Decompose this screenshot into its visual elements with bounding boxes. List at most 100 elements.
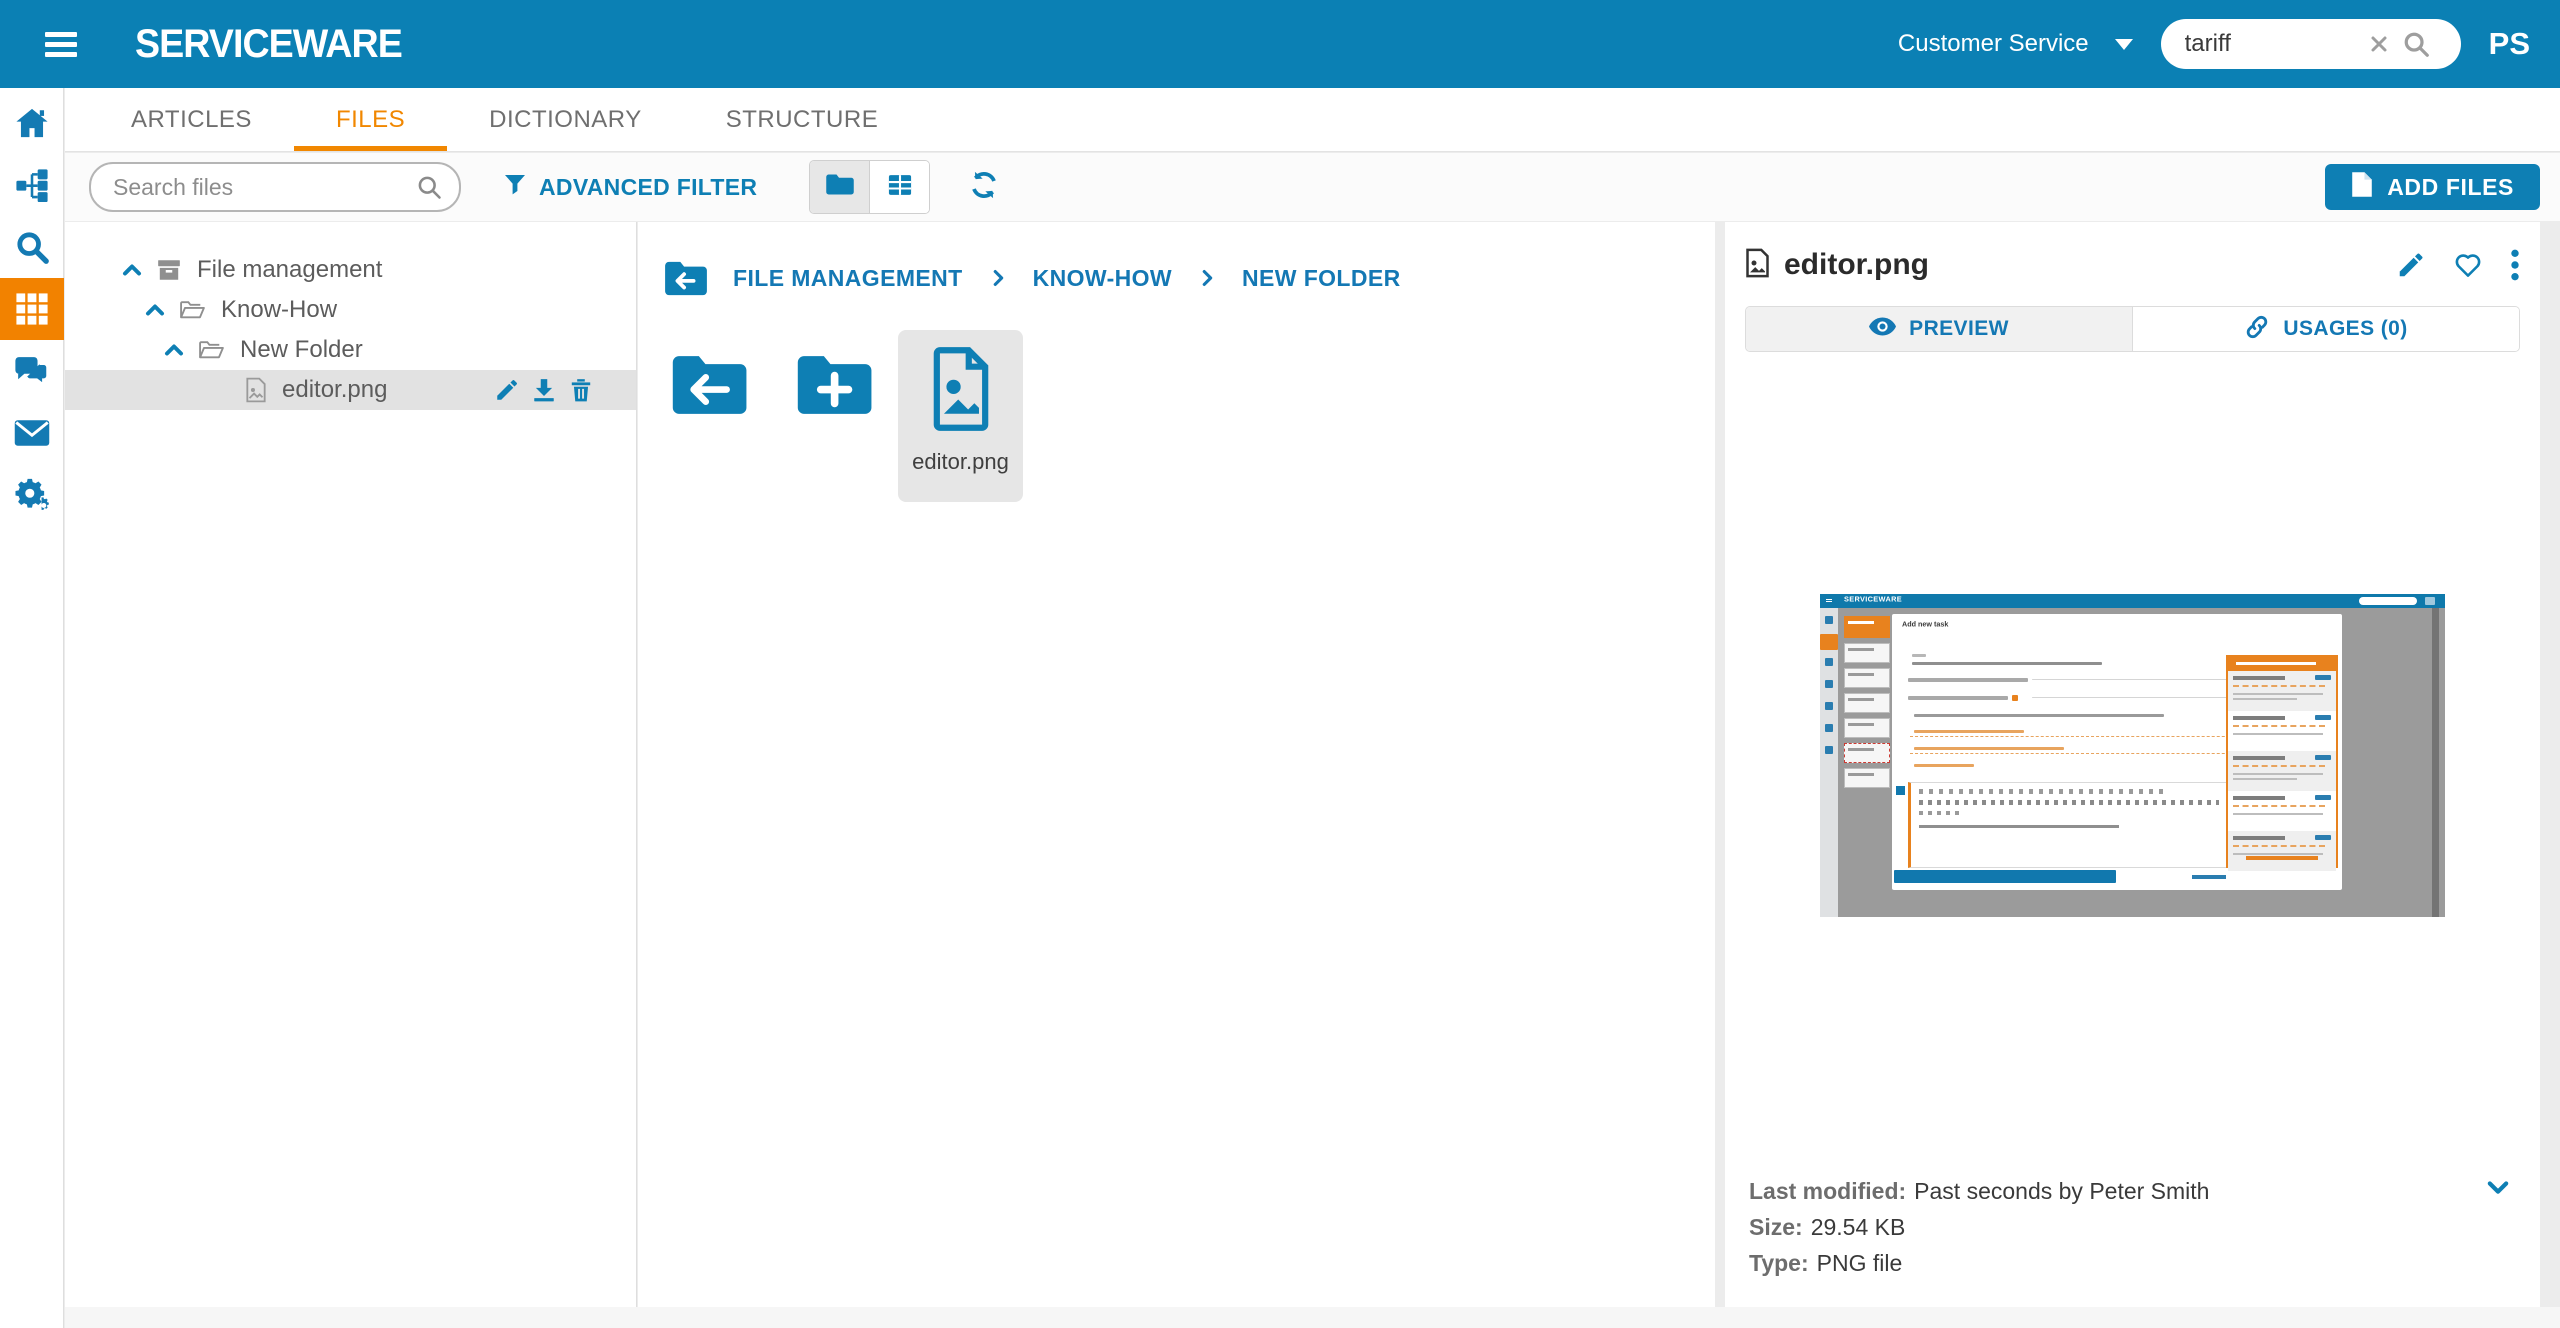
sitemap-icon [15, 168, 49, 202]
hamburger-menu-icon[interactable] [45, 32, 77, 57]
breadcrumb: FILE MANAGEMENT KNOW-HOW NEW FOLDER [663, 258, 1715, 298]
meta-type: Type:PNG file [1749, 1245, 2516, 1281]
link-icon [2244, 314, 2270, 345]
thumbnail-header: SERVICEWARE [1820, 594, 2445, 608]
add-files-button[interactable]: ADD FILES [2325, 164, 2540, 210]
tab-files[interactable]: FILES [294, 88, 447, 151]
sidebar-item-settings[interactable] [0, 464, 64, 526]
files-search[interactable] [89, 162, 461, 212]
table-view-button[interactable] [870, 161, 929, 213]
files-toolbar: ADVANCED FILTER ADD FILES [65, 153, 2560, 221]
settings-gears-icon [13, 477, 51, 513]
sidebar-item-mail[interactable] [0, 402, 64, 464]
sidebar-item-structure[interactable] [0, 154, 64, 216]
chevron-up-icon[interactable] [120, 258, 144, 282]
advanced-filter-button[interactable]: ADVANCED FILTER [503, 172, 757, 202]
download-icon[interactable] [531, 377, 557, 403]
clear-search-icon[interactable] [2367, 32, 2391, 56]
edit-pencil-icon[interactable] [494, 377, 520, 403]
search-icon [15, 230, 49, 264]
chevron-right-icon [1196, 265, 1218, 291]
workspace-selector[interactable]: Customer Service [1898, 30, 2133, 58]
archive-icon [156, 258, 182, 282]
breadcrumb-item-new-folder[interactable]: NEW FOLDER [1242, 265, 1401, 292]
favorite-heart-icon[interactable] [2453, 251, 2483, 279]
file-tiles: editor.png [648, 330, 1715, 502]
file-details-panel: editor.png PREVIEW USAGES (0) [1725, 222, 2540, 1307]
thumbnail-nav-cards [1844, 616, 1890, 793]
user-avatar[interactable]: PS [2489, 26, 2530, 62]
app-logo: SERVICEWARE [135, 22, 402, 67]
breadcrumb-item-know-how[interactable]: KNOW-HOW [1033, 265, 1172, 292]
add-folder-tile[interactable] [773, 330, 898, 502]
workspace-label: Customer Service [1898, 30, 2089, 58]
view-toggle-group [809, 160, 930, 214]
sidebar-item-search[interactable] [0, 216, 64, 278]
thumbnail-suggestions-panel [2226, 655, 2338, 868]
global-search-input[interactable] [2183, 29, 2367, 59]
tab-structure[interactable]: STRUCTURE [684, 88, 921, 151]
image-file-icon [245, 377, 267, 403]
tab-dictionary[interactable]: DICTIONARY [447, 88, 684, 151]
file-tile-editor-png[interactable]: editor.png [898, 330, 1023, 502]
search-icon[interactable] [415, 173, 443, 206]
chat-icon [14, 355, 50, 387]
breadcrumb-item-file-management[interactable]: FILE MANAGEMENT [733, 265, 963, 292]
sidebar-item-knowledge-base[interactable] [0, 278, 64, 340]
tab-articles[interactable]: ARTICLES [89, 88, 294, 151]
tab-usages[interactable]: USAGES (0) [2133, 307, 2519, 351]
folder-up-tile[interactable] [648, 330, 773, 502]
tree-row-new-folder[interactable]: New Folder [65, 330, 636, 370]
delete-trash-icon[interactable] [568, 377, 594, 403]
file-tile-label: editor.png [912, 449, 1009, 475]
details-title-row: editor.png [1745, 242, 2520, 288]
top-header: SERVICEWARE Customer Service PS [0, 0, 2560, 88]
chevron-right-icon [987, 265, 1009, 291]
chevron-up-icon[interactable] [143, 298, 167, 322]
meta-last-modified: Last modified:Past seconds by Peter Smit… [1749, 1173, 2516, 1209]
preview-area: SERVICEWARE Add new task [1745, 352, 2520, 1159]
grid-icon [15, 292, 49, 326]
chevron-up-icon[interactable] [162, 338, 186, 362]
folder-open-icon [179, 299, 206, 321]
collapse-chevron-down-icon[interactable] [2484, 1173, 2512, 1201]
thumbnail-save-button [1894, 870, 2116, 883]
image-file-icon [1745, 248, 1770, 283]
right-margin [2540, 222, 2560, 1307]
tab-preview[interactable]: PREVIEW [1746, 307, 2133, 351]
meta-size: Size:29.54 KB [1749, 1209, 2516, 1245]
eye-icon [1869, 317, 1896, 341]
thumbnail-scrollbar [2432, 608, 2439, 917]
image-file-icon [930, 346, 992, 437]
folder-view-icon [825, 172, 855, 202]
tree-row-know-how[interactable]: Know-How [65, 290, 636, 330]
filter-funnel-icon [503, 172, 527, 202]
sidebar-item-conversations[interactable] [0, 340, 64, 402]
edit-pencil-icon[interactable] [2396, 250, 2426, 280]
global-search[interactable] [2161, 19, 2461, 69]
bottom-margin [65, 1307, 2560, 1328]
home-icon [15, 107, 49, 139]
thumbnail-editor-block [1908, 782, 2252, 868]
tree-row-file-management[interactable]: File management [65, 250, 636, 290]
sidebar-item-home[interactable] [0, 92, 64, 154]
breadcrumb-back-button[interactable] [663, 258, 709, 298]
files-search-input[interactable] [111, 173, 405, 202]
add-file-icon [2351, 171, 2373, 204]
mail-icon [14, 419, 50, 447]
table-view-icon [886, 171, 914, 204]
caret-down-icon [2115, 39, 2133, 50]
folder-view-button[interactable] [810, 161, 870, 213]
details-actions [2396, 249, 2520, 281]
tree-row-editor-png[interactable]: editor.png [65, 370, 636, 410]
folder-open-icon [198, 339, 225, 361]
file-tree-panel: File management Know-How New Folder edit… [65, 222, 637, 1307]
app-root: SERVICEWARE Customer Service PS [0, 0, 2560, 1328]
more-options-kebab-icon[interactable] [2510, 249, 2520, 281]
refresh-button[interactable] [968, 169, 1000, 206]
preview-thumbnail-image: SERVICEWARE Add new task [1820, 594, 2445, 917]
tree-row-actions [494, 377, 594, 403]
search-icon[interactable] [2401, 29, 2431, 59]
folder-up-icon [669, 352, 753, 423]
folder-contents-panel: FILE MANAGEMENT KNOW-HOW NEW FOLDER [638, 222, 1715, 1307]
